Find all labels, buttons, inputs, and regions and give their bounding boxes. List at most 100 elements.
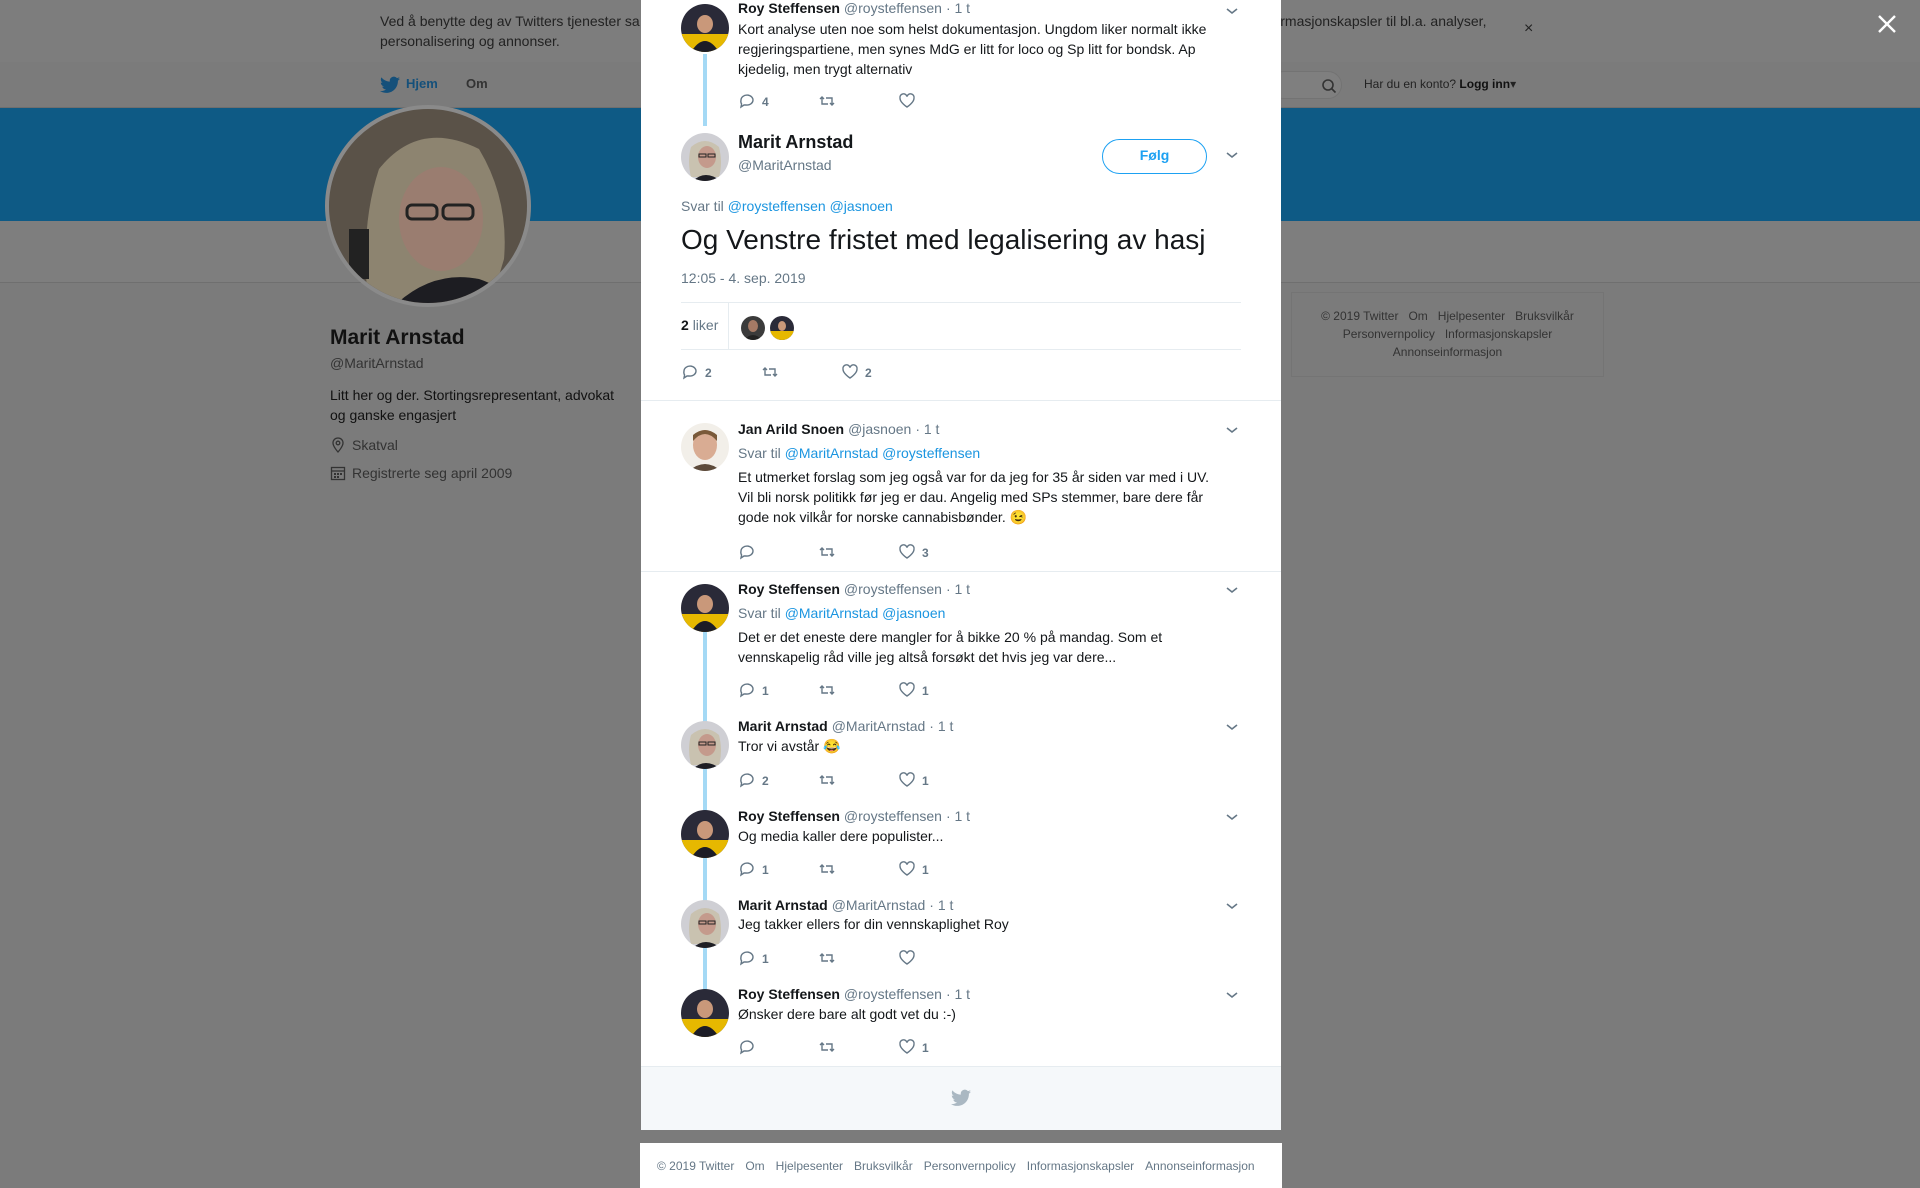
footer-link[interactable]: © 2019 Twitter — [1321, 309, 1398, 323]
tweet-author-handle[interactable]: @roysteffensen — [844, 808, 942, 824]
tweet-time[interactable]: · 1 t — [946, 808, 970, 824]
mention-link[interactable]: @roysteffensen — [728, 198, 826, 214]
retweet-button[interactable] — [818, 860, 836, 878]
tweet-author-name[interactable]: Roy Steffensen — [738, 808, 840, 824]
tweet-author-name[interactable]: Jan Arild Snoen — [738, 421, 844, 437]
reply-button[interactable] — [738, 1038, 756, 1056]
footer-link[interactable]: Om — [745, 1159, 764, 1173]
tweet-time[interactable]: · 1 t — [946, 0, 970, 16]
chevron-down-icon[interactable] — [1225, 901, 1239, 911]
reply-button[interactable]: 1 — [738, 681, 769, 699]
reply-button[interactable]: 1 — [738, 949, 769, 967]
follow-button[interactable]: Følg — [1102, 139, 1207, 174]
chevron-down-icon[interactable] — [1225, 585, 1239, 595]
footer-link[interactable]: Hjelpesenter — [776, 1159, 843, 1173]
like-button[interactable]: 1 — [898, 771, 929, 789]
like-button[interactable]: 1 — [898, 1038, 929, 1056]
retweet-button[interactable] — [761, 363, 779, 381]
avatar[interactable] — [681, 133, 729, 181]
liker-avatar-image — [770, 316, 794, 340]
tweet-author-handle[interactable]: @MaritArnstad — [832, 897, 926, 913]
focus-author-name[interactable]: Marit Arnstad — [738, 132, 853, 153]
focus-author-handle[interactable]: @MaritArnstad — [738, 157, 832, 173]
tweet-author-name[interactable]: Roy Steffensen — [738, 581, 840, 597]
reply-button[interactable] — [738, 543, 756, 561]
like-button[interactable]: 1 — [898, 860, 929, 878]
retweet-button[interactable] — [818, 1038, 836, 1056]
footer-link[interactable]: Informasjonskapsler — [1445, 327, 1552, 341]
tweet-author-handle[interactable]: @roysteffensen — [844, 0, 942, 16]
tweet-author-name[interactable]: Roy Steffensen — [738, 986, 840, 1002]
tweet-author-handle[interactable]: @roysteffensen — [844, 581, 942, 597]
chevron-down-icon[interactable] — [1225, 812, 1239, 822]
avatar[interactable] — [681, 900, 729, 948]
footer-link[interactable]: © 2019 Twitter — [657, 1159, 734, 1173]
like-button[interactable]: 1 — [898, 681, 929, 699]
tweet-header: Marit Arnstad @MaritArnstad · 1 t — [738, 718, 953, 734]
footer-link[interactable]: Personvernpolicy — [924, 1159, 1016, 1173]
avatar[interactable] — [681, 721, 729, 769]
tweet-author-handle[interactable]: @jasnoen — [848, 421, 911, 437]
footer-link[interactable]: Annonseinformasjon — [1393, 345, 1502, 359]
footer-link[interactable]: Bruksvilkår — [854, 1159, 913, 1173]
chevron-down-icon[interactable] — [1225, 6, 1239, 16]
reply-button[interactable]: 2 — [681, 363, 712, 381]
retweet-button[interactable] — [818, 949, 836, 967]
tweet-time[interactable]: · 1 t — [929, 718, 953, 734]
nav-home-link[interactable]: Hjem — [406, 76, 438, 91]
avatar[interactable] — [681, 810, 729, 858]
likes-count[interactable]: 2 liker — [681, 317, 718, 333]
focus-tweet-date[interactable]: 12:05 - 4. sep. 2019 — [681, 270, 806, 286]
tweet-author-name[interactable]: Marit Arnstad — [738, 897, 828, 913]
footer-link[interactable]: Personvernpolicy — [1343, 327, 1435, 341]
avatar[interactable] — [681, 4, 729, 52]
retweet-button[interactable] — [818, 92, 836, 110]
heart-icon — [899, 93, 915, 108]
avatar[interactable] — [681, 989, 729, 1037]
like-button[interactable] — [898, 949, 916, 967]
tweet-time[interactable]: · 1 t — [946, 986, 970, 1002]
mention-link[interactable]: @MaritArnstad @jasnoen — [785, 605, 946, 621]
like-button[interactable] — [898, 92, 916, 110]
tweet-author-handle[interactable]: @roysteffensen — [844, 986, 942, 1002]
close-icon[interactable] — [1875, 12, 1899, 36]
reply-button[interactable]: 2 — [738, 771, 769, 789]
footer-link[interactable]: Informasjonskapsler — [1027, 1159, 1134, 1173]
avatar[interactable] — [681, 584, 729, 632]
avatar-roy — [681, 989, 729, 1037]
nav-about-link[interactable]: Om — [466, 76, 488, 91]
liker-avatar[interactable] — [741, 316, 765, 340]
reply-button[interactable]: 4 — [738, 92, 769, 110]
reply-context: Svar til @roysteffensen @jasnoen — [681, 198, 893, 214]
reply-icon — [739, 951, 754, 966]
footer-link[interactable]: Om — [1408, 309, 1427, 323]
tweet-time[interactable]: · 1 t — [915, 421, 939, 437]
login-link[interactable]: Logg inn — [1459, 77, 1510, 91]
cookie-close-button[interactable]: × — [1524, 20, 1533, 38]
tweet-time[interactable]: · 1 t — [946, 581, 970, 597]
tweet-author-handle[interactable]: @MaritArnstad — [832, 718, 926, 734]
like-button[interactable]: 2 — [841, 363, 872, 381]
avatar-marit — [681, 721, 729, 769]
chevron-down-icon[interactable] — [1225, 425, 1239, 435]
like-button[interactable]: 3 — [898, 543, 929, 561]
reply-button[interactable]: 1 — [738, 860, 769, 878]
profile-avatar[interactable] — [325, 105, 531, 307]
chevron-down-icon[interactable] — [1225, 990, 1239, 1000]
retweet-button[interactable] — [818, 543, 836, 561]
retweet-button[interactable] — [818, 681, 836, 699]
liker-avatar[interactable] — [770, 316, 794, 340]
avatar[interactable] — [681, 423, 729, 471]
chevron-down-icon[interactable] — [1225, 150, 1239, 160]
footer-link[interactable]: Annonseinformasjon — [1145, 1159, 1254, 1173]
mention-link[interactable]: @MaritArnstad @roysteffensen — [785, 445, 980, 461]
retweet-button[interactable] — [818, 771, 836, 789]
footer-link[interactable]: Hjelpesenter — [1438, 309, 1505, 323]
tweet-time[interactable]: · 1 t — [929, 897, 953, 913]
tweet-author-name[interactable]: Roy Steffensen — [738, 0, 840, 16]
retweet-icon — [819, 1042, 835, 1052]
footer-link[interactable]: Bruksvilkår — [1515, 309, 1574, 323]
chevron-down-icon[interactable] — [1225, 722, 1239, 732]
tweet-author-name[interactable]: Marit Arnstad — [738, 718, 828, 734]
mention-link[interactable]: @jasnoen — [830, 198, 893, 214]
